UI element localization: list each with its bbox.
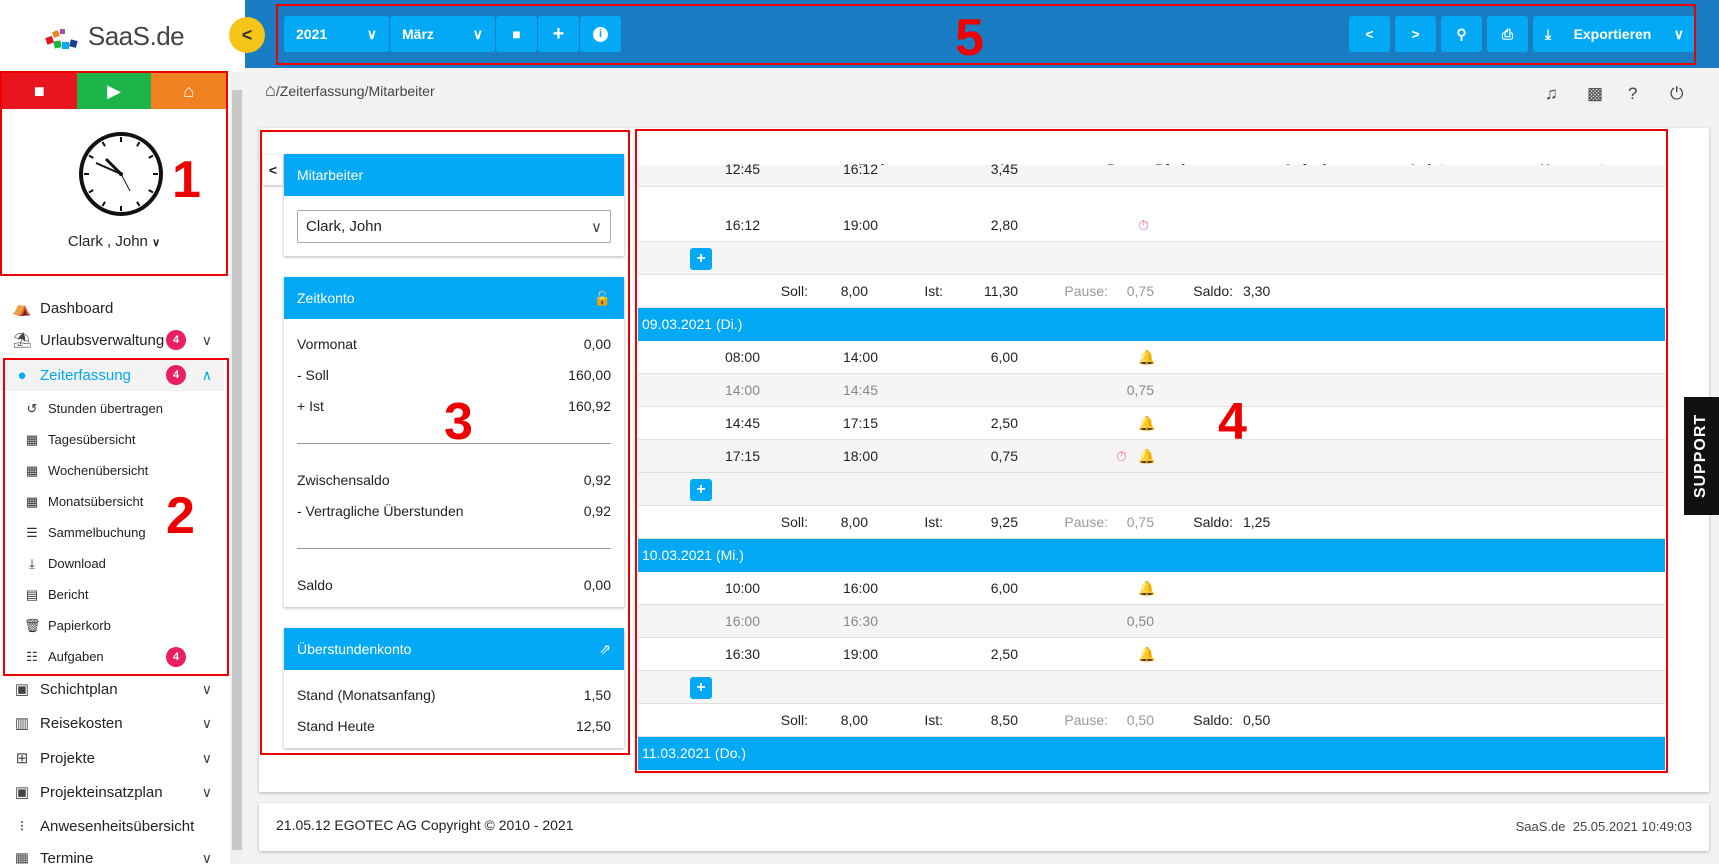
nav-label: Termine	[40, 849, 94, 864]
nav-label: Anwesenheitsübersicht	[40, 817, 195, 835]
annotation-number-3: 3	[444, 393, 473, 451]
footer-brand: SaaS.de	[1515, 819, 1566, 834]
power-icon[interactable]: ⏻	[1670, 84, 1683, 104]
calendar-icon: ▦	[14, 850, 30, 864]
logo[interactable]: SaaS.de	[0, 0, 228, 72]
nav-item-reisekosten[interactable]: ▥ Reisekosten ∨	[0, 707, 224, 739]
chevron-down-icon: ∨	[201, 714, 212, 731]
nav-label: Projekteinsatzplan	[40, 783, 163, 801]
home-icon[interactable]: ⌂	[265, 80, 276, 100]
annotation-box-2	[3, 358, 229, 676]
luggage-icon: ▥	[14, 715, 30, 732]
nav-item-termine[interactable]: ▦ Termine ∨	[0, 842, 224, 864]
nav-item-projekte[interactable]: ⊞ Projekte ∨	[0, 742, 224, 774]
nav-item-dashboard[interactable]: ⛺ Dashboard	[0, 292, 224, 324]
sidebar-scrollbar[interactable]	[230, 72, 244, 864]
clipboard-icon: ▣	[14, 681, 30, 698]
breadcrumb-path: /Zeiterfassung/Mitarbeiter	[275, 83, 435, 99]
annotation-box-5	[276, 4, 1696, 65]
annotation-number-5: 5	[955, 9, 984, 67]
support-label: SUPPORT	[1692, 413, 1710, 499]
nav-label: Urlaubsverwaltung	[40, 331, 165, 349]
nav-item-anwesenheitsuebersicht[interactable]: ⁝ Anwesenheitsübersicht	[0, 810, 224, 842]
scrollbar-thumb[interactable]	[232, 90, 242, 850]
annotation-number-1: 1	[172, 151, 201, 209]
chevron-down-icon: ∨	[201, 680, 212, 697]
breadcrumb: ⌂/Zeiterfassung/Mitarbeiter	[265, 80, 435, 101]
nav-label: Dashboard	[40, 299, 114, 317]
footer-right: SaaS.de 25.05.2021 10:49:03	[1516, 819, 1692, 834]
annotation-box-4	[635, 129, 1668, 773]
logo-wordmark: SaaS.de	[87, 20, 185, 51]
sitemap-icon: ⊞	[15, 750, 29, 767]
nav-label: Projekte	[40, 749, 96, 767]
nav-item-projekteinsatzplan[interactable]: ▣ Projekteinsatzplan ∨	[0, 776, 224, 808]
chevron-down-icon: ∨	[201, 783, 212, 800]
dashboard-icon: ⛺	[12, 300, 32, 317]
sidebar-collapse-button[interactable]: <	[229, 17, 265, 53]
nav-label: Schichtplan	[40, 680, 118, 698]
logo-icon	[45, 29, 78, 49]
annotation-number-4: 4	[1218, 393, 1247, 451]
support-tab[interactable]: SUPPORT	[1684, 397, 1719, 515]
chevron-down-icon: ∨	[201, 331, 212, 348]
beach-umbrella-icon: ⛱	[12, 332, 32, 349]
nav-item-schichtplan[interactable]: ▣ Schichtplan ∨	[0, 673, 224, 705]
nav-item-urlaubsverwaltung[interactable]: ⛱ Urlaubsverwaltung 4 ∨	[0, 324, 224, 356]
chevron-down-icon: ∨	[201, 749, 212, 766]
help-icon[interactable]: ?	[1628, 84, 1637, 104]
footer: 21.05.12 EGOTEC AG Copyright © 2010 - 20…	[259, 803, 1709, 851]
nav-label: Reisekosten	[40, 714, 123, 732]
bell-icon[interactable]: ♫	[1545, 84, 1558, 104]
chevron-left-icon: <	[241, 24, 253, 45]
chevron-down-icon: ∨	[201, 849, 212, 864]
clipboard-check-icon: ▣	[14, 784, 30, 801]
footer-copyright: 21.05.12 EGOTEC AG Copyright © 2010 - 20…	[276, 817, 574, 833]
footer-timestamp: 25.05.2021 10:49:03	[1572, 819, 1692, 834]
traffic-light-icon: ⁝	[19, 818, 25, 835]
notification-badge: 4	[166, 330, 186, 350]
qr-code-icon[interactable]: ▩	[1587, 84, 1603, 104]
annotation-number-2: 2	[166, 487, 195, 545]
